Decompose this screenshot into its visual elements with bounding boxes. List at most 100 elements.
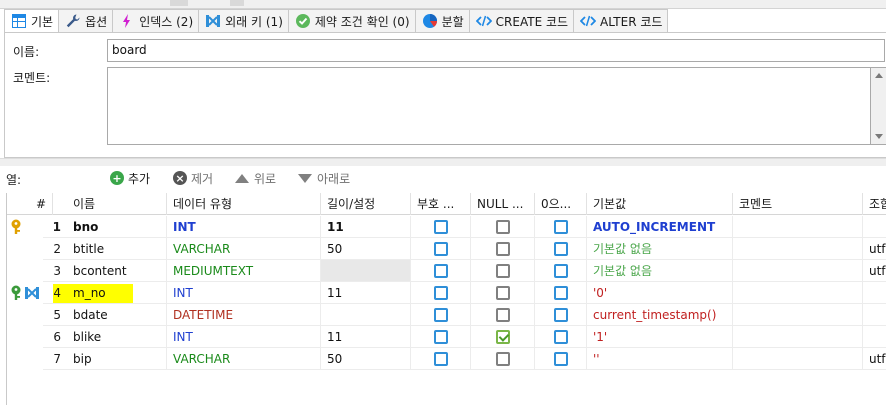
column-default[interactable]: 기본값 없음 [587, 260, 733, 282]
column-default[interactable]: AUTO_INCREMENT [587, 216, 733, 238]
move-up-button[interactable]: 위로 [235, 169, 276, 187]
unsigned-cell[interactable] [411, 304, 471, 326]
row-number[interactable]: 1 [43, 216, 67, 238]
column-comment[interactable] [733, 260, 863, 282]
allow-null-cell-checkbox[interactable] [496, 330, 510, 344]
column-type[interactable]: INT [167, 282, 321, 304]
allow-null-cell[interactable] [471, 348, 535, 370]
column-type[interactable]: INT [167, 326, 321, 348]
zerofill-cell-checkbox[interactable] [554, 264, 568, 278]
scroll-down-icon[interactable] [875, 134, 883, 139]
unsigned-cell[interactable] [411, 348, 471, 370]
allow-null-cell[interactable] [471, 304, 535, 326]
tab-options[interactable]: 옵션 [59, 9, 114, 33]
tab-alter-code[interactable]: ALTER 코드 [574, 9, 669, 33]
zerofill-cell-checkbox[interactable] [554, 352, 568, 366]
splitter[interactable] [0, 158, 886, 166]
unsigned-cell[interactable] [411, 282, 471, 304]
column-name[interactable]: bdate [67, 304, 167, 326]
zerofill-cell[interactable] [535, 304, 587, 326]
table-row[interactable]: 1 bno INT 11 AUTO_INCREMENT [7, 216, 886, 238]
header-name[interactable]: 이름 [67, 193, 167, 215]
allow-null-cell-checkbox[interactable] [496, 286, 510, 300]
column-name[interactable]: blike [67, 326, 167, 348]
zerofill-cell-checkbox[interactable] [554, 286, 568, 300]
unsigned-cell-checkbox[interactable] [434, 330, 448, 344]
row-number[interactable]: 6 [43, 326, 67, 348]
column-collation[interactable] [863, 282, 886, 304]
zerofill-cell[interactable] [535, 260, 587, 282]
header-type[interactable]: 데이터 유형 [167, 193, 321, 215]
unsigned-cell-checkbox[interactable] [434, 352, 448, 366]
column-name[interactable]: bcontent [67, 260, 167, 282]
row-number[interactable]: 4 [43, 282, 67, 304]
zerofill-cell[interactable] [535, 326, 587, 348]
column-collation[interactable]: utf [863, 348, 886, 370]
row-number[interactable]: 2 [43, 238, 67, 260]
column-length[interactable]: 11 [321, 216, 411, 238]
scroll-up-icon[interactable] [875, 73, 883, 78]
column-type[interactable]: MEDIUMTEXT [167, 260, 321, 282]
allow-null-cell[interactable] [471, 260, 535, 282]
header-unsigned[interactable]: 부호 ... [411, 193, 471, 215]
table-row[interactable]: 6 blike INT 11 '1' [7, 326, 886, 348]
column-length[interactable]: 50 [321, 348, 411, 370]
unsigned-cell-checkbox[interactable] [434, 242, 448, 256]
header-collation[interactable]: 조합 [863, 193, 886, 215]
table-row[interactable]: 7 bip VARCHAR 50 '' utf [7, 348, 886, 370]
allow-null-cell[interactable] [471, 238, 535, 260]
table-row[interactable]: 3 bcontent MEDIUMTEXT 기본값 없음 utf [7, 260, 886, 282]
column-collation[interactable] [863, 304, 886, 326]
comment-scrollbar[interactable] [871, 67, 886, 145]
column-length[interactable]: 11 [321, 326, 411, 348]
row-number[interactable]: 3 [43, 260, 67, 282]
column-collation[interactable]: utf [863, 260, 886, 282]
table-comment-textarea[interactable] [107, 67, 871, 145]
zerofill-cell[interactable] [535, 348, 587, 370]
table-name-input[interactable]: board [107, 39, 885, 62]
zerofill-cell-checkbox[interactable] [554, 308, 568, 322]
header-zerofill[interactable]: 0으... [535, 193, 587, 215]
column-default[interactable]: '' [587, 348, 733, 370]
zerofill-cell[interactable] [535, 282, 587, 304]
tab-create-code[interactable]: CREATE 코드 [469, 9, 575, 33]
header-num[interactable]: # [7, 193, 53, 215]
column-type[interactable]: VARCHAR [167, 348, 321, 370]
column-length[interactable]: 11 [321, 282, 411, 304]
unsigned-cell-checkbox[interactable] [434, 264, 448, 278]
column-collation[interactable]: utf [863, 238, 886, 260]
allow-null-cell-checkbox[interactable] [496, 308, 510, 322]
column-comment[interactable] [733, 238, 863, 260]
tab-indexes[interactable]: 인덱스 (2) [113, 9, 200, 33]
table-row[interactable]: 5 bdate DATETIME current_timestamp() [7, 304, 886, 326]
move-down-button[interactable]: 아래로 [298, 169, 350, 187]
allow-null-cell[interactable] [471, 282, 535, 304]
unsigned-cell-checkbox[interactable] [434, 220, 448, 234]
column-collation[interactable] [863, 216, 886, 238]
add-column-button[interactable]: + 추가 [110, 169, 150, 187]
zerofill-cell[interactable] [535, 216, 587, 238]
column-name[interactable]: btitle [67, 238, 167, 260]
column-type[interactable]: VARCHAR [167, 238, 321, 260]
header-default[interactable]: 기본값 [587, 193, 733, 215]
allow-null-cell-checkbox[interactable] [496, 264, 510, 278]
remove-column-button[interactable]: × 제거 [173, 169, 213, 187]
unsigned-cell[interactable] [411, 238, 471, 260]
column-length[interactable] [321, 304, 411, 326]
column-comment[interactable] [733, 348, 863, 370]
tab-basic[interactable]: 기본 [4, 9, 60, 33]
column-comment[interactable] [733, 216, 863, 238]
column-collation[interactable] [863, 326, 886, 348]
tab-foreign-keys[interactable]: 외래 키 (1) [199, 9, 289, 33]
table-row[interactable]: 2 btitle VARCHAR 50 기본값 없음 utf [7, 238, 886, 260]
tab-check-constraints[interactable]: 제약 조건 확인 (0) [288, 9, 416, 33]
allow-null-cell[interactable] [471, 216, 535, 238]
unsigned-cell-checkbox[interactable] [434, 286, 448, 300]
column-comment[interactable] [733, 282, 863, 304]
allow-null-cell-checkbox[interactable] [496, 242, 510, 256]
row-number[interactable]: 7 [43, 348, 67, 370]
column-name[interactable]: m_no [67, 282, 167, 304]
header-length[interactable]: 길이/설정 [321, 193, 411, 215]
unsigned-cell[interactable] [411, 260, 471, 282]
column-default[interactable]: '1' [587, 326, 733, 348]
